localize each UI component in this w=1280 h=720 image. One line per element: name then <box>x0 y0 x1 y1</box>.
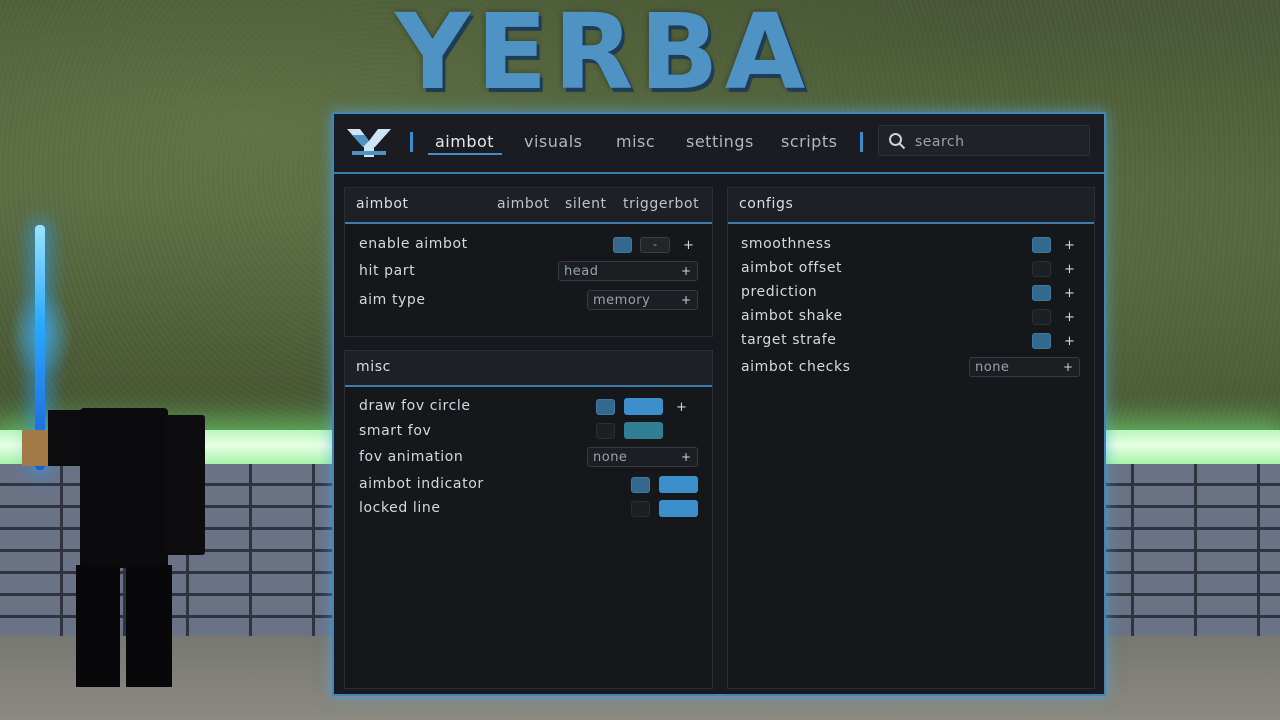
smart-fov-label: smart fov <box>359 423 432 439</box>
smoothness-toggle[interactable] <box>1032 237 1051 253</box>
aim-type-plus-icon: + <box>680 293 691 307</box>
yerba-logo-text: YERBA <box>395 0 812 113</box>
aimbot-panel-header: aimbot aimbot silent triggerbot <box>345 188 712 224</box>
enable-aimbot-add-button[interactable]: + <box>683 239 694 253</box>
subtab-silent[interactable]: silent <box>565 196 607 212</box>
hit-part-value: head <box>564 264 599 279</box>
configs-panel-title: configs <box>739 196 794 212</box>
hit-part-plus-icon: + <box>680 264 691 278</box>
aim-type-dropdown[interactable]: memory + <box>587 290 698 310</box>
search-input[interactable] <box>913 130 1087 154</box>
active-tab-underline <box>428 153 502 155</box>
fov-animation-dropdown[interactable]: none + <box>587 447 698 467</box>
cheat-menu-window: aimbot visuals misc settings scripts aim… <box>332 112 1106 696</box>
draw-fov-circle-color[interactable] <box>624 398 663 415</box>
locked-line-color[interactable] <box>659 500 698 517</box>
draw-fov-circle-label: draw fov circle <box>359 398 471 414</box>
aimbot-offset-add-button[interactable]: + <box>1064 263 1075 277</box>
aimbot-offset-label: aimbot offset <box>741 260 843 276</box>
aimbot-panel-title: aimbot <box>356 196 409 212</box>
fov-animation-value: none <box>593 450 628 465</box>
aimbot-shake-add-button[interactable]: + <box>1064 311 1075 325</box>
draw-fov-circle-add-button[interactable]: + <box>676 401 687 415</box>
target-strafe-label: target strafe <box>741 332 837 348</box>
yerba-logo-icon <box>347 129 391 157</box>
tab-visuals[interactable]: visuals <box>524 128 582 156</box>
search-icon <box>889 133 906 150</box>
subtab-triggerbot[interactable]: triggerbot <box>623 196 699 212</box>
tab-aimbot[interactable]: aimbot <box>435 128 494 156</box>
locked-line-label: locked line <box>359 500 441 516</box>
target-strafe-add-button[interactable]: + <box>1064 335 1075 349</box>
enable-aimbot-keybind[interactable]: - <box>640 237 670 253</box>
aimbot-offset-toggle[interactable] <box>1032 261 1051 277</box>
aimbot-checks-dropdown[interactable]: none + <box>969 357 1080 377</box>
aimbot-indicator-color[interactable] <box>659 476 698 493</box>
tab-misc[interactable]: misc <box>616 128 655 156</box>
aimbot-checks-plus-icon: + <box>1062 360 1073 374</box>
misc-panel-title: misc <box>356 359 391 375</box>
smoothness-add-button[interactable]: + <box>1064 239 1075 253</box>
prediction-label: prediction <box>741 284 818 300</box>
menu-topbar: aimbot visuals misc settings scripts <box>334 114 1104 174</box>
aimbot-panel: aimbot aimbot silent triggerbot enable a… <box>344 187 713 337</box>
aimbot-shake-toggle[interactable] <box>1032 309 1051 325</box>
fov-animation-label: fov animation <box>359 449 464 465</box>
enable-aimbot-label: enable aimbot <box>359 236 468 252</box>
aimbot-shake-label: aimbot shake <box>741 308 843 324</box>
character-left-arm <box>48 410 84 466</box>
hit-part-label: hit part <box>359 263 416 279</box>
character-left-leg <box>76 565 120 687</box>
enable-aimbot-toggle[interactable] <box>613 237 632 253</box>
aim-type-value: memory <box>593 293 651 308</box>
fov-animation-plus-icon: + <box>680 450 691 464</box>
aimbot-indicator-toggle[interactable] <box>631 477 650 493</box>
target-strafe-toggle[interactable] <box>1032 333 1051 349</box>
prediction-add-button[interactable]: + <box>1064 287 1075 301</box>
locked-line-toggle[interactable] <box>631 501 650 517</box>
search-box <box>878 125 1090 156</box>
hit-part-dropdown[interactable]: head + <box>558 261 698 281</box>
tab-divider-left <box>410 132 413 152</box>
tab-divider-right <box>860 132 863 152</box>
aimbot-checks-value: none <box>975 360 1010 375</box>
tab-settings[interactable]: settings <box>686 128 754 156</box>
character-right-leg <box>126 565 172 687</box>
draw-fov-circle-toggle[interactable] <box>596 399 615 415</box>
prediction-toggle[interactable] <box>1032 285 1051 301</box>
character-torso <box>80 408 168 568</box>
subtab-aimbot[interactable]: aimbot <box>497 196 550 212</box>
character-right-arm <box>165 415 205 555</box>
smoothness-label: smoothness <box>741 236 832 252</box>
smart-fov-color[interactable] <box>624 422 663 439</box>
aimbot-indicator-label: aimbot indicator <box>359 476 484 492</box>
configs-panel-header: configs <box>728 188 1094 224</box>
smart-fov-toggle[interactable] <box>596 423 615 439</box>
configs-panel: configs smoothness + aimbot offset + pre… <box>727 187 1095 689</box>
misc-panel: misc draw fov circle + smart fov fov ani… <box>344 350 713 689</box>
tab-scripts[interactable]: scripts <box>781 128 837 156</box>
aim-type-label: aim type <box>359 292 426 308</box>
aimbot-checks-label: aimbot checks <box>741 359 851 375</box>
misc-panel-header: misc <box>345 351 712 387</box>
